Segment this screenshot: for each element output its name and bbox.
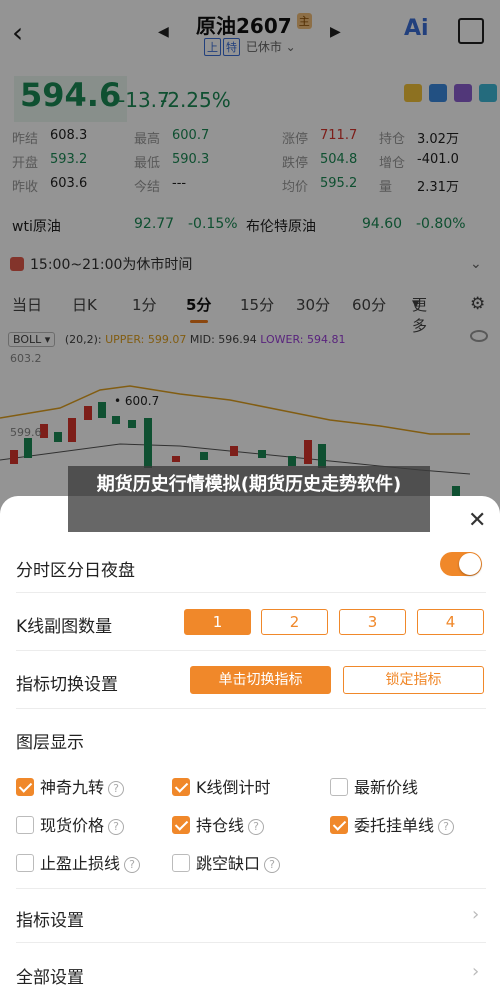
- kline-count-option-4[interactable]: 4: [417, 609, 484, 635]
- layer-option[interactable]: 跳空缺口?: [172, 850, 281, 874]
- divider: [16, 708, 486, 709]
- checkbox[interactable]: [172, 854, 190, 872]
- layer-label: 止盈止损线: [40, 854, 121, 873]
- kline-count-option-2[interactable]: 2: [261, 609, 328, 635]
- help-icon[interactable]: ?: [248, 819, 265, 835]
- layer-label: 委托挂单线: [354, 816, 435, 835]
- checkbox[interactable]: [16, 854, 34, 872]
- indicator-settings-row[interactable]: 指标设置: [16, 906, 486, 931]
- checkbox[interactable]: [172, 816, 190, 834]
- checkbox[interactable]: [330, 778, 348, 796]
- checkbox[interactable]: [16, 778, 34, 796]
- help-icon[interactable]: ?: [264, 857, 281, 873]
- layer-option[interactable]: 持仓线?: [172, 812, 265, 836]
- layer-option[interactable]: 委托挂单线?: [330, 812, 455, 836]
- layer-label: K线倒计时: [196, 778, 271, 797]
- split-night-toggle[interactable]: [440, 552, 482, 576]
- divider: [16, 592, 486, 593]
- toggle-knob: [459, 553, 481, 575]
- layer-label: 持仓线: [196, 816, 245, 835]
- layer-option[interactable]: K线倒计时: [172, 774, 271, 798]
- layers-label: 图层显示: [16, 733, 84, 753]
- layer-option[interactable]: 止盈止损线?: [16, 850, 141, 874]
- kline-count-option-1[interactable]: 1: [184, 609, 251, 635]
- help-icon[interactable]: ?: [124, 857, 141, 873]
- close-icon[interactable]: ✕: [468, 508, 486, 533]
- layer-option[interactable]: 现货价格?: [16, 812, 125, 836]
- checkbox[interactable]: [330, 816, 348, 834]
- help-icon[interactable]: ?: [108, 781, 125, 797]
- layer-option[interactable]: 最新价线: [330, 774, 418, 798]
- all-settings-row[interactable]: 全部设置: [16, 963, 486, 988]
- divider: [16, 650, 486, 651]
- layer-label: 跳空缺口: [196, 854, 261, 873]
- layer-option[interactable]: 神奇九转?: [16, 774, 125, 798]
- settings-sheet: ✕ 分时区分日夜盘 K线副图数量 1 2 3 4 指标切换设置 单击切换指标 锁…: [0, 496, 500, 1000]
- click-switch-button[interactable]: 单击切换指标: [190, 666, 331, 694]
- chevron-right-icon[interactable]: ›: [472, 904, 479, 925]
- divider: [16, 888, 486, 889]
- checkbox[interactable]: [16, 816, 34, 834]
- chevron-right-icon[interactable]: ›: [472, 961, 479, 982]
- layer-label: 现货价格: [40, 816, 105, 835]
- help-icon[interactable]: ?: [438, 819, 455, 835]
- kline-count-label: K线副图数量: [16, 617, 113, 637]
- kline-count-option-3[interactable]: 3: [339, 609, 406, 635]
- checkbox[interactable]: [172, 778, 190, 796]
- caption-banner: 期货历史行情模拟(期货历史走势软件): [68, 466, 430, 532]
- split-night-label: 分时区分日夜盘: [16, 561, 135, 581]
- help-icon[interactable]: ?: [108, 819, 125, 835]
- divider: [16, 942, 486, 943]
- lock-indicator-button[interactable]: 锁定指标: [343, 666, 484, 694]
- layer-label: 神奇九转: [40, 778, 105, 797]
- layer-label: 最新价线: [354, 778, 419, 797]
